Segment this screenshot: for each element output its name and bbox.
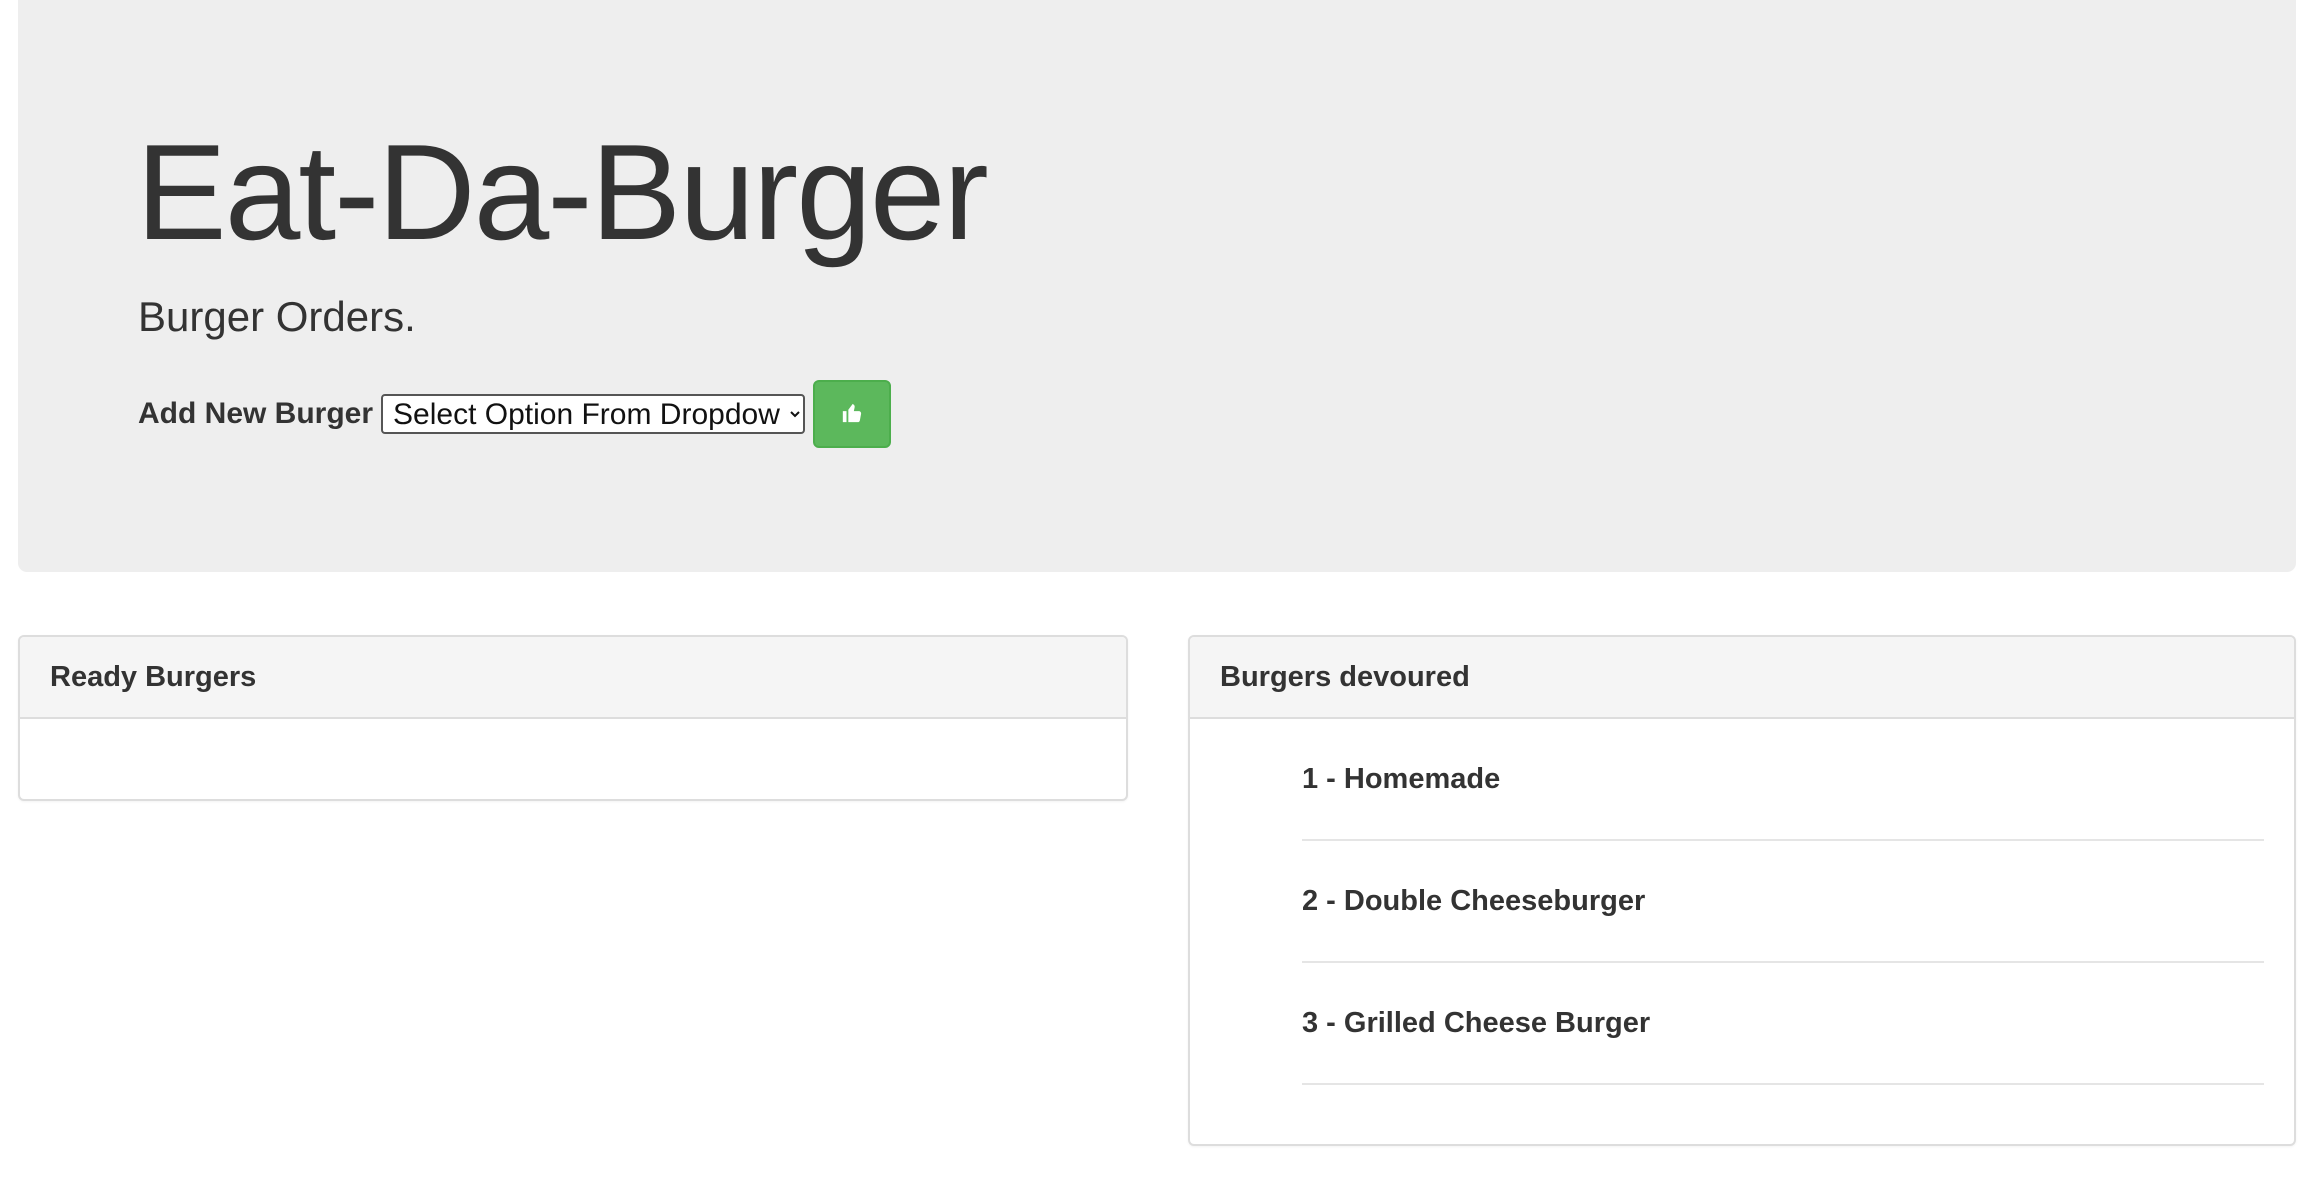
ready-burgers-heading: Ready Burgers <box>20 637 1126 719</box>
ready-burgers-panel: Ready Burgers <box>18 635 1128 801</box>
add-burger-form: Add New Burger Select Option From Dropdo… <box>138 380 892 448</box>
page-title: Eat-Da-Burger <box>136 116 989 268</box>
burgers-devoured-body: 1 - Homemade 2 - Double Cheeseburger 3 -… <box>1190 719 2294 1085</box>
devoured-burger-list: 1 - Homemade 2 - Double Cheeseburger 3 -… <box>1190 719 2294 1085</box>
burgers-devoured-panel: Burgers devoured 1 - Homemade 2 - Double… <box>1188 635 2296 1146</box>
burger-select[interactable]: Select Option From Dropdown <box>381 394 806 434</box>
thumbs-up-icon <box>841 402 863 427</box>
devoured-burger-item: 2 - Double Cheeseburger <box>1302 841 2264 963</box>
add-burger-button[interactable] <box>813 380 892 448</box>
burgers-devoured-heading: Burgers devoured <box>1190 637 2294 719</box>
header-jumbotron: Eat-Da-Burger Burger Orders. Add New Bur… <box>18 0 2296 572</box>
devoured-burger-item: 3 - Grilled Cheese Burger <box>1302 963 2264 1085</box>
devoured-burger-item: 1 - Homemade <box>1302 719 2264 841</box>
page: Eat-Da-Burger Burger Orders. Add New Bur… <box>0 0 2314 1204</box>
add-burger-label: Add New Burger <box>138 397 374 430</box>
page-subtitle: Burger Orders. <box>138 293 416 340</box>
